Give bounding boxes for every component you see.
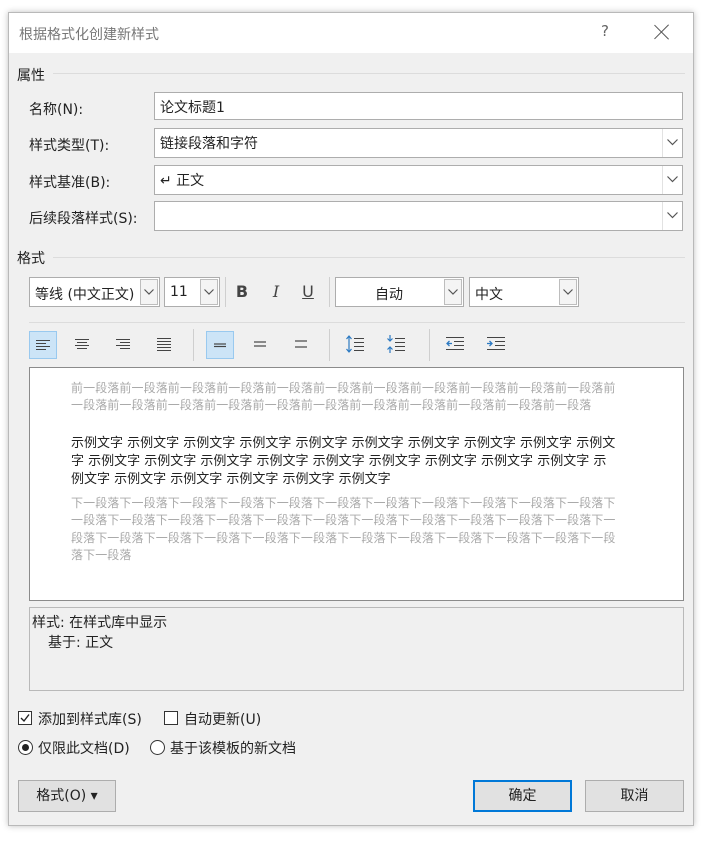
checkmark-icon [20,714,30,723]
double-spacing-icon [295,340,307,348]
chevron-down-icon[interactable] [662,129,682,157]
increase-indent-icon [487,337,505,350]
dialog-title: 根据格式化创建新样式 [19,27,159,43]
preview-next-paragraph: 下一段落下一段落下一段落下一段落下一段落下一段落下一段落下一段落下一段落下一段落… [71,496,616,562]
style-base-value: ↵ 正文 [160,173,205,189]
description-line: 基于: 正文 [48,635,114,651]
double-spacing-button[interactable] [288,331,316,359]
only-this-document-radio[interactable] [18,740,33,755]
create-style-dialog: 根据格式化创建新样式 ? 属性 名称(N): 论文标题1 样式类型(T): 链接… [8,12,694,826]
chevron-down-icon[interactable] [662,202,682,230]
decrease-paragraph-spacing-button[interactable] [383,331,411,359]
auto-update-checkbox[interactable] [164,711,178,725]
add-to-gallery-label[interactable]: 添加到样式库(S) [38,709,142,729]
increase-paragraph-spacing-button[interactable] [342,331,370,359]
underline-button[interactable]: U [295,279,321,305]
font-size-select[interactable]: 11 [164,277,220,307]
chevron-down-icon[interactable] [559,279,577,305]
properties-divider [53,73,685,74]
one-half-spacing-icon [254,341,266,347]
single-spacing-button[interactable] [206,331,234,359]
increase-spacing-icon [346,335,364,353]
font-color-select[interactable]: 自动 [335,277,464,307]
font-color-value: 自动 [375,287,403,303]
new-documents-template-radio[interactable] [150,740,165,755]
align-right-button[interactable] [110,331,138,359]
auto-update-label[interactable]: 自动更新(U) [184,709,261,729]
increase-indent-button[interactable] [483,331,511,359]
preview-sample-text: 示例文字 示例文字 示例文字 示例文字 示例文字 示例文字 示例文字 示例文字 … [71,436,616,488]
format-divider [53,257,685,258]
style-base-select[interactable]: ↵ 正文 [154,165,683,195]
align-left-button[interactable] [29,331,57,359]
toolbar-divider [29,322,685,323]
title-bar: 根据格式化创建新样式 ? [9,13,693,53]
script-value: 中文 [475,287,503,303]
toolbar-separator [225,277,226,307]
style-type-label: 样式类型(T): [29,138,110,154]
script-select[interactable]: 中文 [469,277,579,307]
one-half-spacing-button[interactable] [247,331,275,359]
align-center-button[interactable] [69,331,97,359]
font-name-select[interactable]: 等线 (中文正文) [29,277,160,307]
radio-dot [22,744,29,751]
align-justify-icon [157,338,171,351]
new-documents-template-label[interactable]: 基于该模板的新文档 [170,738,296,758]
style-base-label: 样式基准(B): [29,175,111,191]
style-preview-pane: 前一段落前一段落前一段落前一段落前一段落前一段落前一段落前一段落前一段落前一段落… [29,367,684,601]
decrease-indent-button[interactable] [442,331,470,359]
properties-heading: 属性 [17,68,45,84]
font-name-value: 等线 (中文正文) [35,287,135,303]
chevron-down-icon[interactable] [140,279,158,305]
format-heading: 格式 [17,251,45,267]
description-line: 样式: 在样式库中显示 [32,615,168,631]
chevron-down-icon[interactable] [444,279,462,305]
font-size-value: 11 [170,284,188,300]
name-label: 名称(N): [29,102,84,118]
style-description: 样式: 在样式库中显示 基于: 正文 [29,607,684,691]
preview-previous-paragraph: 前一段落前一段落前一段落前一段落前一段落前一段落前一段落前一段落前一段落前一段落… [71,381,616,413]
format-menu-button[interactable]: 格式(O) ▾ [18,780,116,812]
decrease-spacing-icon [387,335,405,353]
add-to-gallery-checkbox[interactable] [18,711,32,725]
chevron-down-icon[interactable] [200,279,218,305]
only-this-document-label[interactable]: 仅限此文档(D) [38,738,130,758]
align-left-icon [36,340,50,350]
style-type-select[interactable]: 链接段落和字符 [154,128,683,158]
align-right-icon [116,339,130,349]
name-value: 论文标题1 [160,100,225,116]
toolbar-separator [429,329,430,361]
decrease-indent-icon [446,337,464,350]
align-center-icon [75,339,89,349]
ok-button[interactable]: 确定 [473,780,572,812]
next-style-select[interactable] [154,201,683,231]
bold-button[interactable]: B [229,279,255,305]
help-icon[interactable]: ? [595,22,615,40]
close-icon[interactable] [649,19,675,45]
toolbar-separator [329,329,330,361]
next-style-label: 后续段落样式(S): [29,211,138,227]
cancel-button[interactable]: 取消 [585,780,684,812]
chevron-down-icon[interactable] [662,166,682,194]
style-type-value: 链接段落和字符 [160,136,258,152]
name-input[interactable]: 论文标题1 [154,92,683,120]
single-spacing-icon [214,343,226,348]
italic-button[interactable]: I [263,279,289,305]
toolbar-separator [329,277,330,307]
align-justify-button[interactable] [151,331,179,359]
toolbar-separator [193,329,194,361]
